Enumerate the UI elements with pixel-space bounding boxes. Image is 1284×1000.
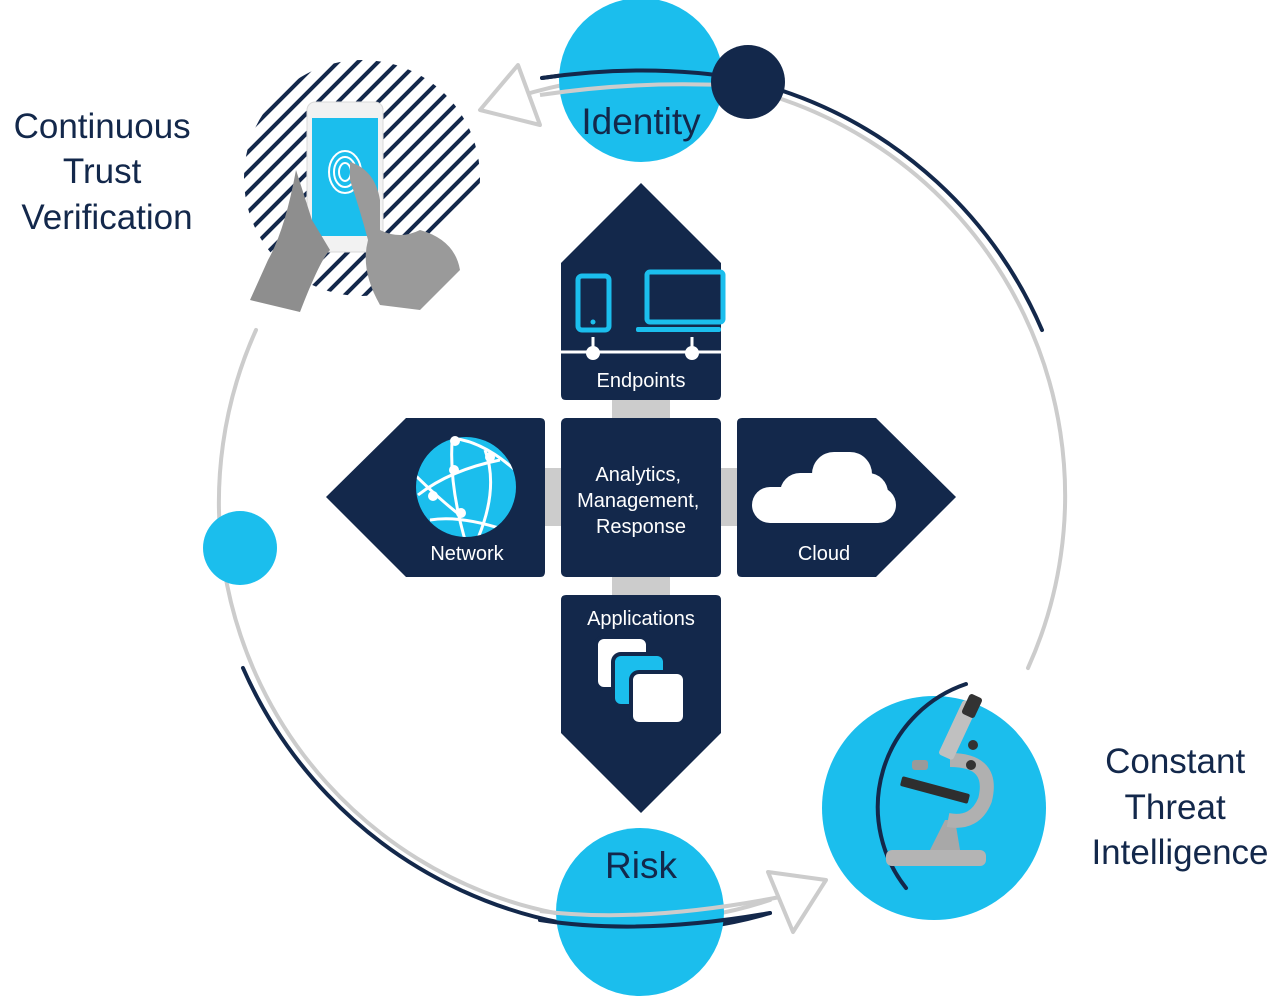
network-pillar: Network (326, 418, 545, 577)
identity-dark-dot (711, 45, 785, 119)
network-label: Network (430, 543, 504, 565)
arrow-head-left (478, 63, 542, 127)
continuous-trust-label: Continuous Trust Verification (14, 107, 201, 237)
risk-label: Risk (605, 845, 677, 886)
applications-pillar: Applications (561, 595, 721, 813)
risk-node: Risk (538, 828, 781, 996)
orbit-dot-left (203, 511, 277, 585)
identity-label: Identity (581, 101, 701, 142)
center-tile: Analytics, Management, Response (561, 418, 721, 577)
center-label: Analytics, Management, Response (577, 464, 705, 538)
accent-arc-top-right (778, 88, 1044, 332)
endpoints-pillar: Endpoints (561, 183, 726, 400)
zero-trust-diagram: Identity Risk Continuous Trust Verificat… (14, 0, 1269, 996)
microscope-image (822, 682, 1046, 920)
arrow-head-right (766, 870, 828, 934)
cloud-pillar: Cloud (737, 418, 956, 577)
cloud-label: Cloud (798, 543, 850, 565)
endpoints-label: Endpoints (597, 370, 686, 392)
threat-intelligence-label: Constant Threat Intelligence (1091, 742, 1268, 872)
applications-label: Applications (587, 608, 695, 630)
